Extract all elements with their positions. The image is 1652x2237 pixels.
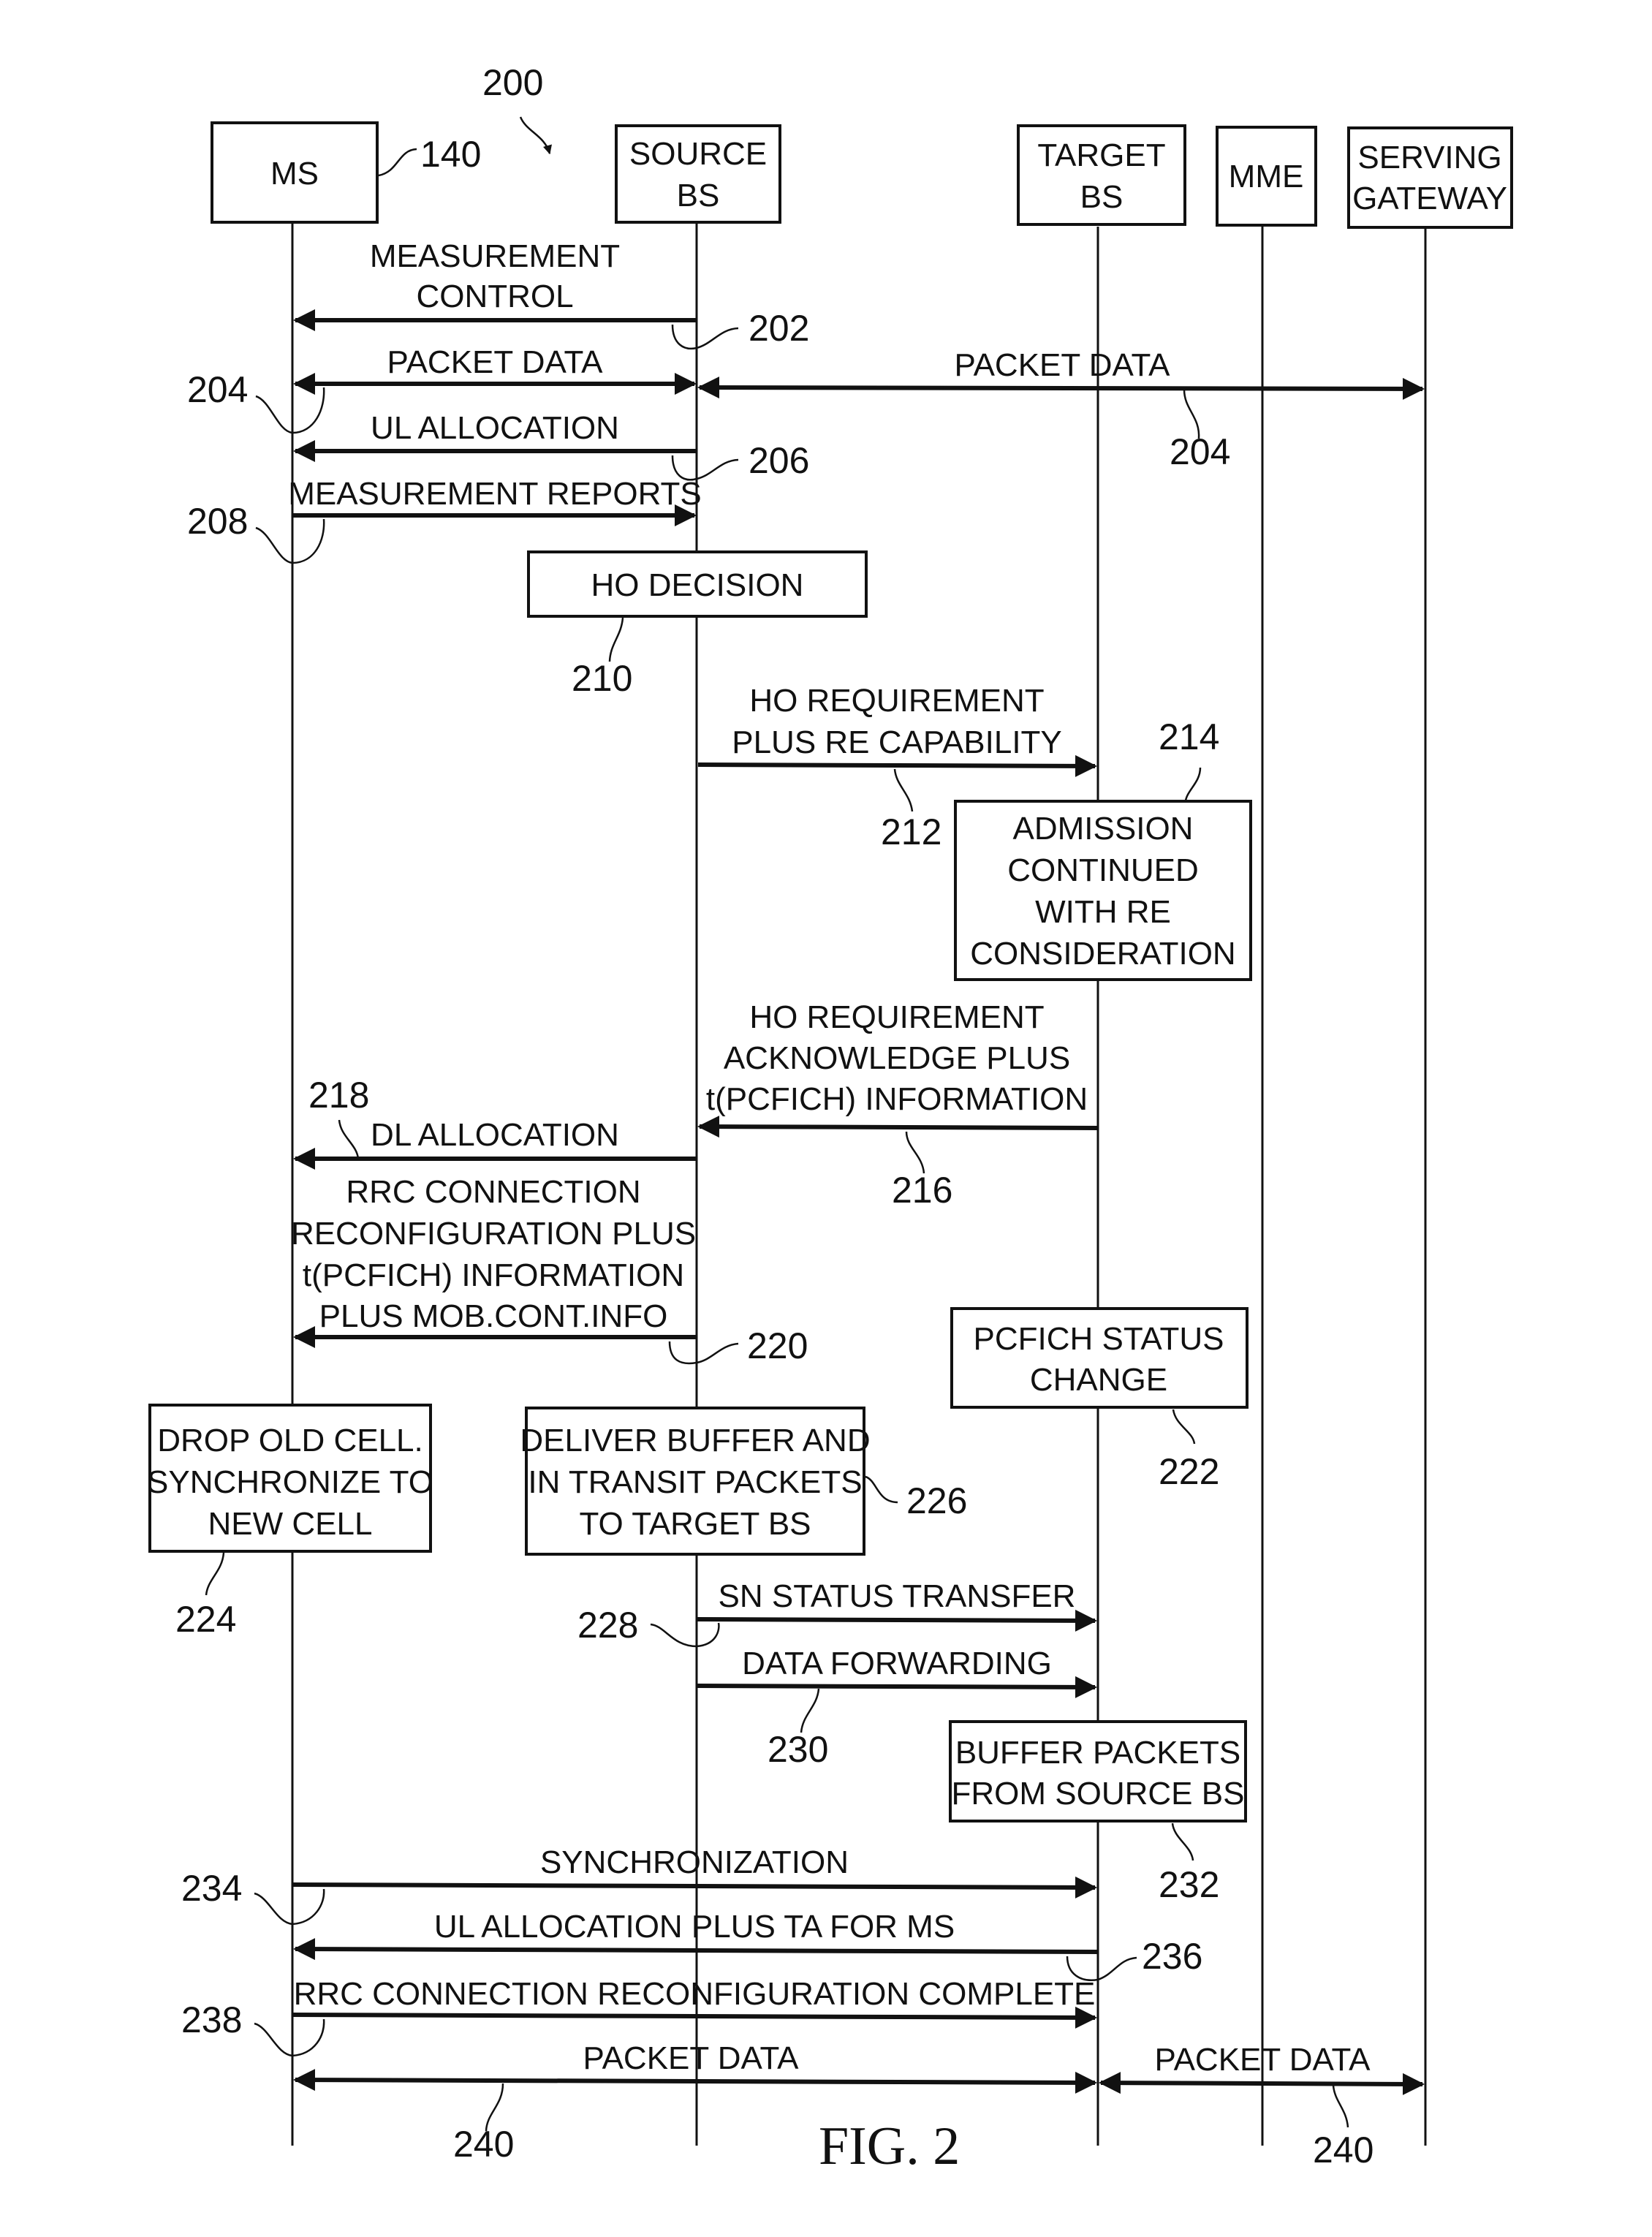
message-label: PLUS RE CAPABILITY [732, 724, 1062, 760]
action-pcfich-status-change: PCFICH STATUS CHANGE 222 [950, 1307, 1249, 1492]
message-ref: 208 [187, 501, 248, 542]
action-ref: 224 [175, 1599, 236, 1640]
message-label: MEASUREMENT [370, 238, 620, 274]
message-ref: 240 [1313, 2130, 1373, 2170]
entity-label: BS [1080, 179, 1124, 215]
message-label: MEASUREMENT REPORTS [288, 476, 702, 512]
action-label: DELIVER BUFFER AND [520, 1423, 870, 1458]
action-label: NEW CELL [208, 1506, 373, 1542]
action-ref: 214 [1159, 716, 1219, 757]
action-ref: 222 [1159, 1451, 1219, 1492]
figure-ref-arrow [519, 116, 552, 155]
entity-label: SERVING [1357, 140, 1501, 175]
action-ref: 210 [572, 658, 632, 699]
message-ref: 202 [749, 308, 809, 349]
action-label: DROP OLD CELL. [157, 1423, 423, 1458]
message-label: SN STATUS TRANSFER [719, 1578, 1076, 1614]
message-ref: 220 [747, 1325, 808, 1366]
figure-caption: FIG. 2 [819, 2116, 960, 2176]
message-label: UL ALLOCATION [371, 410, 619, 446]
message-measurement-reports: MEASUREMENT REPORTS 208 [187, 476, 702, 564]
message-packet-data-ms-target: PACKET DATA 240 [293, 2040, 1097, 2165]
message-label: CONTROL [416, 279, 573, 314]
entity-ref-leader [378, 148, 417, 177]
entity-label: SOURCE [629, 136, 767, 172]
message-ref: 230 [768, 1729, 828, 1770]
action-label: PCFICH STATUS [973, 1321, 1224, 1357]
message-label: t(PCFICH) INFORMATION [706, 1081, 1088, 1117]
message-ref: 216 [892, 1170, 952, 1211]
message-label: PACKET DATA [583, 2040, 799, 2076]
message-ref: 240 [453, 2124, 514, 2165]
message-ref: 204 [187, 369, 248, 410]
message-ref: 206 [749, 440, 809, 481]
message-label: RRC CONNECTION [346, 1174, 640, 1210]
entity-source-bs: SOURCE BS [615, 124, 781, 224]
message-label: t(PCFICH) INFORMATION [303, 1257, 684, 1293]
sequence-diagram: 200 MS 140 SOURCE BS TARGET BS MME SERVI… [147, 62, 1513, 2176]
action-label: FROM SOURCE BS [952, 1776, 1245, 1812]
message-ref: 228 [577, 1605, 638, 1646]
entity-label: GATEWAY [1352, 181, 1507, 216]
entity-target-bs: TARGET BS [1017, 124, 1186, 226]
figure-ref-label: 200 [482, 62, 543, 103]
entity-mme: MME [1216, 126, 1317, 227]
message-label: PACKET DATA [954, 347, 1170, 383]
message-label: RRC CONNECTION RECONFIGURATION COMPLETE [294, 1976, 1096, 2012]
message-ho-requirement-ack: HO REQUIREMENT ACKNOWLEDGE PLUS t(PCFICH… [697, 999, 1099, 1211]
message-label: RECONFIGURATION PLUS [291, 1216, 696, 1252]
message-sn-status-transfer: SN STATUS TRANSFER 228 [577, 1578, 1097, 1648]
action-drop-old-cell: DROP OLD CELL. SYNCHRONIZE TO NEW CELL 2… [147, 1404, 433, 1640]
action-label: CHANGE [1030, 1362, 1167, 1398]
message-measurement-control: MEASUREMENT CONTROL 202 [293, 238, 809, 350]
message-dl-allocation: 218 DL ALLOCATION [293, 1075, 697, 1170]
action-ref: 226 [906, 1480, 967, 1521]
message-ref: 236 [1142, 1936, 1202, 1977]
action-label: ADMISSION [1013, 811, 1194, 847]
action-label: CONSIDERATION [970, 936, 1235, 972]
entity-label: MME [1229, 159, 1304, 194]
message-label: DL ALLOCATION [371, 1117, 619, 1153]
action-label: CONTINUED [1007, 852, 1199, 888]
action-ref: 232 [1159, 1864, 1219, 1905]
message-rrc-connection-reconfiguration: RRC CONNECTION RECONFIGURATION PLUS t(PC… [291, 1174, 808, 1366]
entity-ref-ms: 140 [420, 134, 481, 175]
message-label: PACKET DATA [1154, 2042, 1371, 2078]
message-ul-allocation: UL ALLOCATION 206 [293, 410, 809, 481]
message-label: PLUS MOB.CONT.INFO [319, 1298, 668, 1334]
message-ref: 238 [181, 1999, 242, 2040]
action-label: HO DECISION [591, 567, 804, 603]
action-label: IN TRANSIT PACKETS [528, 1464, 862, 1500]
message-label: DATA FORWARDING [742, 1646, 1052, 1681]
action-label: BUFFER PACKETS [955, 1735, 1240, 1771]
message-label: PACKET DATA [387, 344, 603, 380]
action-deliver-buffer: DELIVER BUFFER AND IN TRANSIT PACKETS TO… [520, 1407, 967, 1556]
message-ref: 204 [1170, 431, 1230, 472]
message-ul-allocation-plus-ta: UL ALLOCATION PLUS TA FOR MS 236 [293, 1909, 1202, 1981]
entity-label: MS [270, 156, 319, 192]
message-label: UL ALLOCATION PLUS TA FOR MS [434, 1909, 955, 1945]
message-ref: 218 [308, 1075, 369, 1116]
entity-serving-gateway: SERVING GATEWAY [1347, 126, 1513, 229]
action-label: SYNCHRONIZE TO [147, 1464, 433, 1500]
message-label: SYNCHRONIZATION [540, 1844, 849, 1880]
entity-label: TARGET [1037, 137, 1165, 173]
message-ref: 234 [181, 1868, 242, 1909]
message-label: HO REQUIREMENT [749, 683, 1044, 719]
entity-label: BS [677, 178, 720, 213]
action-label: WITH RE [1035, 894, 1171, 930]
action-label: TO TARGET BS [579, 1506, 811, 1542]
message-ref: 212 [881, 811, 941, 852]
message-label: ACKNOWLEDGE PLUS [724, 1040, 1070, 1076]
message-label: HO REQUIREMENT [749, 999, 1044, 1035]
entity-ms: MS [211, 121, 379, 224]
